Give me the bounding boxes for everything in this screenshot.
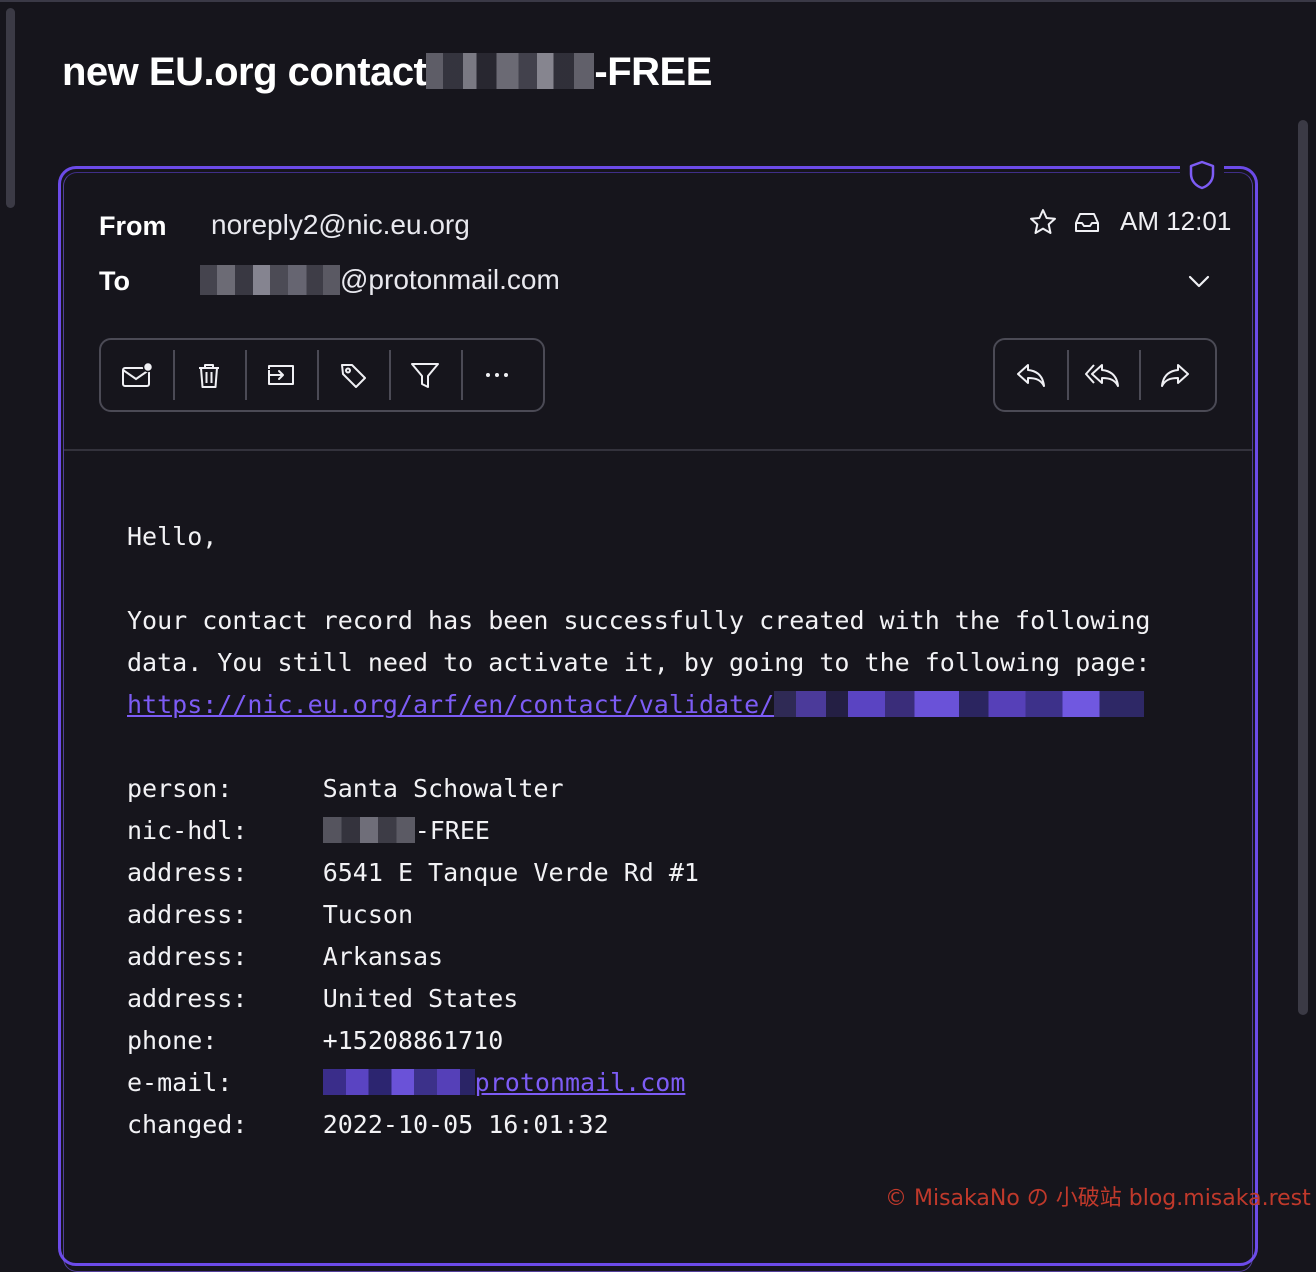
reply-all-icon <box>1084 360 1122 390</box>
body-line-2: data. You still need to activate it, by … <box>127 648 1151 677</box>
left-scrollbar[interactable] <box>6 8 15 208</box>
label-button[interactable] <box>317 340 389 410</box>
field-changed: changed: 2022-10-05 16:01:32 <box>127 1110 609 1139</box>
to-address[interactable]: @protonmail.com <box>200 264 560 296</box>
body-line-1: Your contact record has been successfull… <box>127 606 1151 635</box>
field-address-1: address: 6541 E Tanque Verde Rd #1 <box>127 858 699 887</box>
more-options-button[interactable] <box>461 340 533 410</box>
inbox-location-icon[interactable] <box>1072 207 1102 237</box>
redacted-email-user <box>322 1069 475 1095</box>
filter-button[interactable] <box>389 340 461 410</box>
to-address-domain: @protonmail.com <box>340 264 560 295</box>
message-body: Hello, Your contact record has been succ… <box>127 516 1207 1146</box>
forward-button[interactable] <box>1139 340 1211 410</box>
email-subject: new EU.org contact -FREE <box>62 50 712 95</box>
to-label: To <box>99 266 130 296</box>
star-icon[interactable] <box>1028 207 1058 237</box>
shield-icon[interactable] <box>1188 160 1216 190</box>
trash-icon <box>194 360 224 390</box>
redacted-recipient <box>200 265 340 295</box>
message-meta: AM 12:01 <box>1028 206 1231 237</box>
field-nic-hdl: nic-hdl: -FREE <box>127 816 490 845</box>
redacted-subject-id <box>426 53 595 89</box>
move-to-folder-button[interactable] <box>245 340 317 410</box>
delete-button[interactable] <box>173 340 245 410</box>
email-link[interactable]: protonmail.com <box>322 1068 685 1097</box>
redacted-token <box>774 691 1145 717</box>
subject-prefix: new EU.org contact <box>62 50 427 94</box>
field-person: person: Santa Schowalter <box>127 774 564 803</box>
field-address-3: address: Arkansas <box>127 942 444 971</box>
top-border <box>0 0 1316 2</box>
from-address[interactable]: noreply2@nic.eu.org <box>211 209 470 241</box>
mark-unread-button[interactable] <box>101 340 173 410</box>
reply-all-button[interactable] <box>1067 340 1139 410</box>
field-address-4: address: United States <box>127 984 519 1013</box>
mark-unread-icon <box>120 360 154 390</box>
subject-suffix: -FREE <box>594 50 712 94</box>
field-email: e-mail: protonmail.com <box>127 1068 686 1097</box>
field-phone: phone: +15208861710 <box>127 1026 504 1055</box>
redacted-nic-hdl <box>322 817 415 843</box>
watermark: © MisakaNo の 小破站 blog.misaka.rest <box>885 1186 1311 1211</box>
validation-link[interactable]: https://nic.eu.org/arf/en/contact/valida… <box>127 690 1145 719</box>
from-label: From <box>99 211 167 241</box>
field-address-2: address: Tucson <box>127 900 413 929</box>
message-time: AM 12:01 <box>1120 206 1232 236</box>
header-divider <box>64 449 1252 451</box>
label-tag-icon <box>338 360 368 390</box>
chevron-down-icon[interactable] <box>1185 268 1213 296</box>
more-options-icon <box>482 360 512 390</box>
filter-icon <box>409 360 441 390</box>
forward-icon <box>1158 360 1192 390</box>
reply-button[interactable] <box>995 340 1067 410</box>
greeting: Hello, <box>127 522 218 551</box>
reply-icon <box>1014 360 1048 390</box>
right-scrollbar[interactable] <box>1298 120 1308 1015</box>
reply-toolbar <box>993 338 1217 412</box>
message-actions-toolbar <box>99 338 545 412</box>
move-to-folder-icon <box>265 360 297 390</box>
